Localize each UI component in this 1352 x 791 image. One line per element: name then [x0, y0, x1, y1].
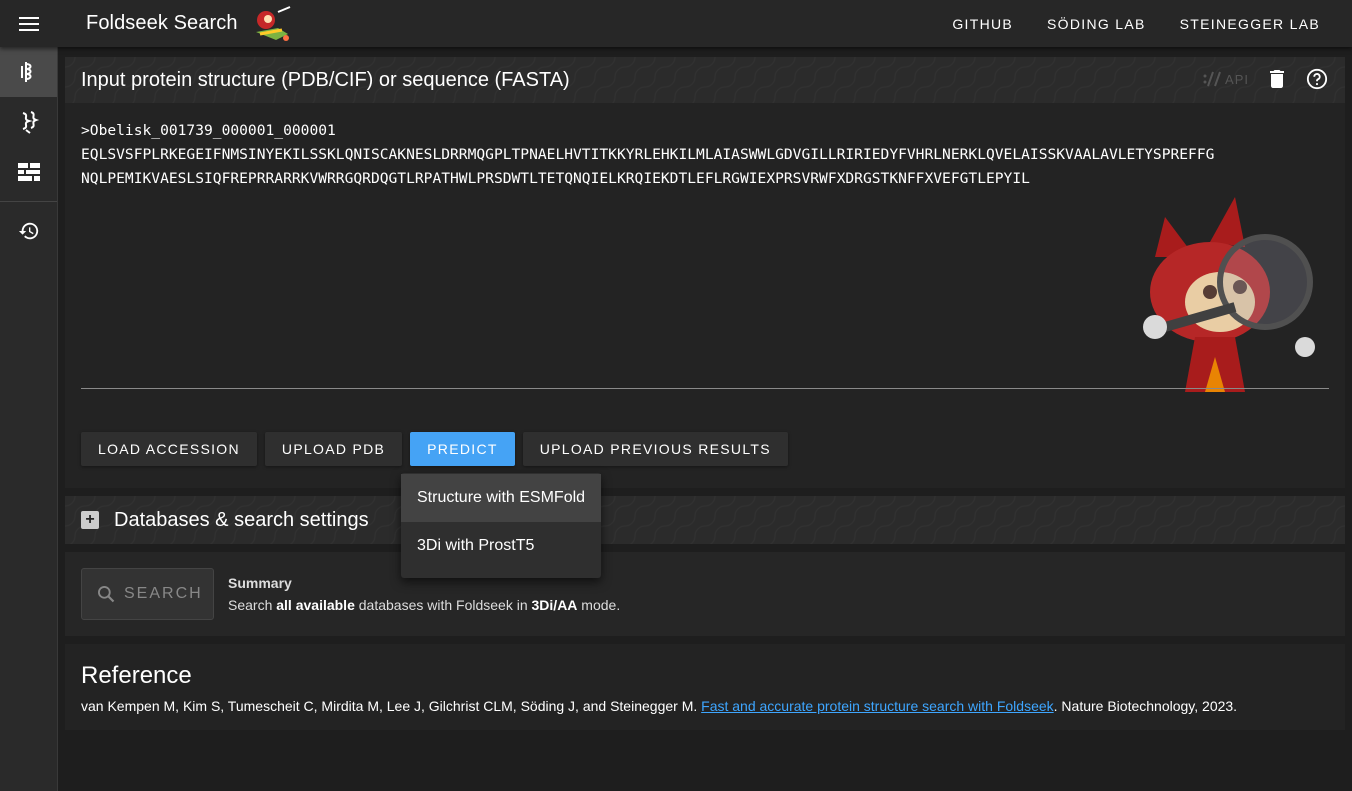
sidebar-item-history[interactable]	[0, 206, 57, 256]
multimer-search-icon	[22, 111, 39, 134]
upload-previous-results-button[interactable]: UPLOAD PREVIOUS RESULTS	[522, 432, 788, 466]
clear-button[interactable]	[1265, 67, 1289, 91]
help-icon	[1306, 68, 1328, 90]
history-icon	[18, 222, 38, 240]
search-label: SEARCH	[124, 585, 203, 602]
help-button[interactable]	[1305, 67, 1329, 91]
sequence-input[interactable]: >Obelisk_001739_000001_000001 EQLSVSFPLR…	[81, 119, 1329, 389]
search-card: SEARCH Summary Search all available data…	[65, 552, 1345, 636]
sidebar-item-structure-search[interactable]	[0, 47, 57, 97]
predict-button[interactable]: PREDICT	[410, 432, 515, 466]
menu-item-esmfold[interactable]: Structure with ESMFold	[401, 474, 601, 522]
databases-card-header[interactable]: + Databases & search settings	[65, 496, 1345, 544]
summary-text: Search all available databases with Fold…	[228, 597, 621, 613]
plus-icon[interactable]: +	[81, 511, 99, 529]
sidebar-divider	[0, 201, 57, 202]
input-card-header: Input protein structure (PDB/CIF) or seq…	[65, 57, 1345, 103]
foldseek-logo	[255, 5, 290, 41]
steinegger-lab-link[interactable]: STEINEGGER LAB	[1163, 0, 1337, 47]
search-summary: Summary Search all available databases w…	[228, 575, 620, 613]
soeding-lab-link[interactable]: SÖDING LAB	[1030, 0, 1163, 47]
reference-text: van Kempen M, Kim S, Tumescheit C, Mirdi…	[81, 698, 1238, 714]
api-label: API	[1225, 71, 1249, 87]
input-card: Input protein structure (PDB/CIF) or seq…	[65, 57, 1345, 488]
menu-icon[interactable]	[0, 0, 58, 47]
input-card-title: Input protein structure (PDB/CIF) or seq…	[81, 68, 570, 91]
app-bar: Foldseek Search GITHUB SÖDING LAB STEINE…	[0, 0, 1352, 47]
app-title[interactable]: Foldseek Search	[86, 12, 238, 35]
menu-item-prostt5[interactable]: 3Di with ProstT5	[401, 522, 601, 570]
search-button[interactable]: SEARCH	[81, 568, 214, 620]
databases-card-title: Databases & search settings	[114, 508, 369, 531]
sidebar-item-databases[interactable]	[0, 147, 57, 197]
reference-title: Reference	[81, 662, 192, 689]
reference-card: Reference van Kempen M, Kim S, Tumeschei…	[65, 644, 1345, 730]
github-link[interactable]: GITHUB	[935, 0, 1030, 47]
structure-search-icon	[20, 62, 31, 82]
api-button[interactable]: API	[1203, 71, 1249, 87]
sidebar	[0, 47, 58, 791]
databases-card: + Databases & search settings	[65, 496, 1345, 544]
sidebar-item-multimer-search[interactable]	[0, 97, 57, 147]
upload-pdb-button[interactable]: UPLOAD PDB	[264, 432, 403, 466]
load-accession-button[interactable]: LOAD ACCESSION	[81, 432, 257, 466]
predict-menu: Structure with ESMFold 3Di with ProstT5	[401, 473, 601, 578]
database-icon	[17, 163, 40, 181]
paper-link[interactable]: Fast and accurate protein structure sear…	[701, 698, 1054, 714]
api-icon	[1203, 71, 1221, 87]
trash-icon	[1270, 70, 1284, 88]
search-icon	[98, 586, 115, 603]
